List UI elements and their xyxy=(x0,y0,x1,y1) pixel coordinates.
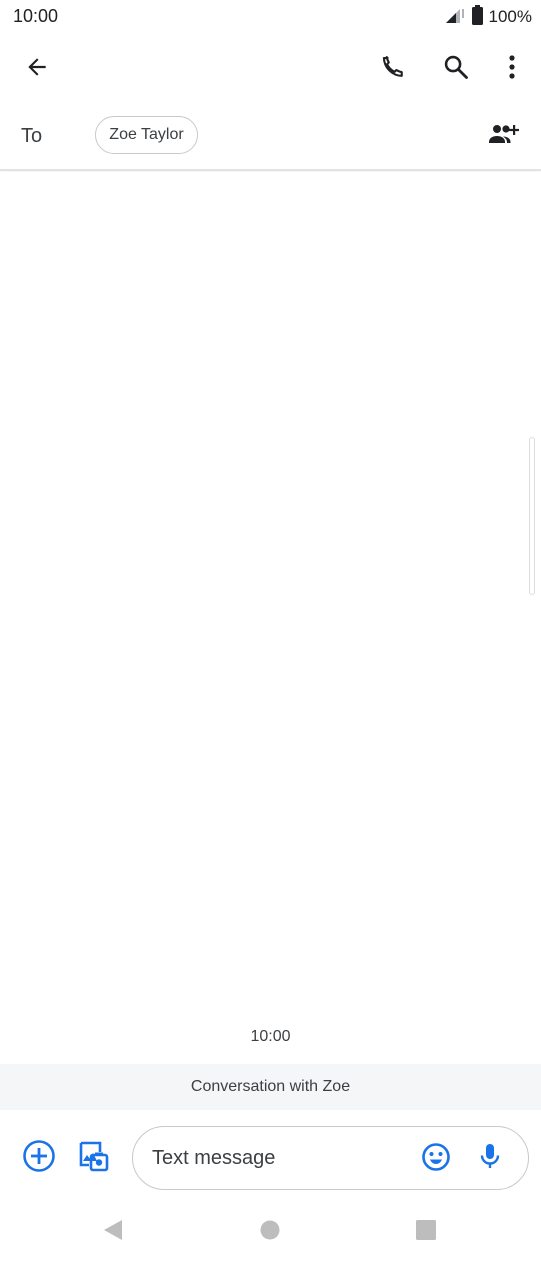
nav-recents-icon xyxy=(416,1219,436,1245)
gallery-button[interactable] xyxy=(71,1136,115,1180)
to-label: To xyxy=(21,125,43,147)
signal-icon xyxy=(444,5,466,30)
more-vert-icon xyxy=(508,54,516,84)
scrollbar[interactable] xyxy=(529,437,535,595)
add-attachment-button[interactable] xyxy=(17,1136,61,1180)
nav-home-icon xyxy=(260,1220,280,1245)
battery-icon xyxy=(471,4,483,30)
back-button[interactable] xyxy=(13,45,61,93)
battery-percent: 100% xyxy=(488,7,532,26)
message-timestamp: 10:00 xyxy=(250,1028,291,1045)
system-nav-bar xyxy=(0,1202,541,1264)
recipients-row: To Zoe Taylor xyxy=(0,104,541,170)
emoji-icon xyxy=(421,1142,451,1177)
status-time: 10:00 xyxy=(13,6,59,26)
message-input[interactable]: Text message xyxy=(132,1126,529,1190)
recipient-chip[interactable]: Zoe Taylor xyxy=(95,116,198,154)
nav-recents-button[interactable] xyxy=(404,1212,448,1252)
nav-home-button[interactable] xyxy=(248,1212,292,1252)
more-options-button[interactable] xyxy=(488,45,536,93)
message-placeholder: Text message xyxy=(152,1147,276,1169)
add-people-icon xyxy=(489,123,520,150)
nav-back-button[interactable] xyxy=(91,1212,135,1252)
back-arrow-icon xyxy=(24,54,50,85)
header-divider xyxy=(0,169,541,171)
emoji-button[interactable] xyxy=(416,1139,456,1179)
add-recipient-button[interactable] xyxy=(482,114,526,158)
voice-input-button[interactable] xyxy=(470,1139,510,1179)
search-icon xyxy=(442,53,470,86)
app-bar xyxy=(0,34,541,104)
conversation-banner: Conversation with Zoe xyxy=(0,1064,541,1110)
search-button[interactable] xyxy=(432,45,480,93)
composer-bar: Text message xyxy=(0,1110,541,1202)
add-circle-icon xyxy=(22,1139,56,1178)
call-button[interactable] xyxy=(369,45,417,93)
nav-back-icon xyxy=(103,1219,123,1246)
status-bar: 10:00 100% xyxy=(0,0,541,34)
phone-icon xyxy=(379,53,407,86)
status-icons: 100% xyxy=(444,4,532,30)
mic-icon xyxy=(478,1142,502,1177)
gallery-icon xyxy=(76,1139,110,1178)
message-list[interactable]: 10:00 xyxy=(0,172,541,1062)
